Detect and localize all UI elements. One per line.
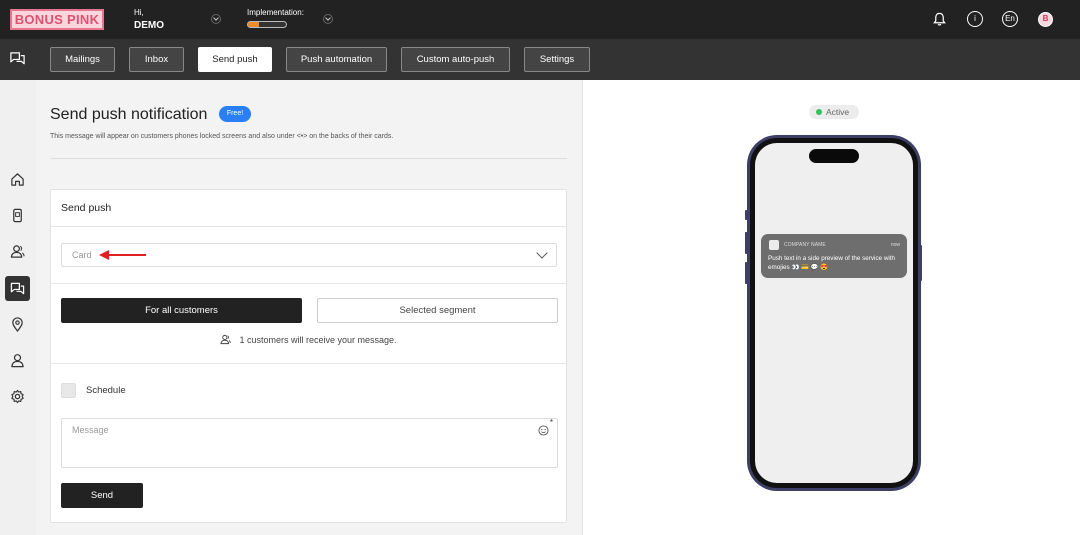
phone-mockup: COMPANY NAME now Push text in a side pre… <box>747 135 921 491</box>
location-icon <box>12 317 23 332</box>
status-badge: Active <box>809 105 859 119</box>
phone-bezel: COMPANY NAME now Push text in a side pre… <box>750 138 918 488</box>
card-title: Send push <box>61 202 112 214</box>
brand-logo[interactable]: BONUS PINK <box>10 9 104 30</box>
message-textarea[interactable]: Message * <box>61 418 558 468</box>
divider <box>51 283 566 284</box>
user-menu-chevron-icon[interactable] <box>211 14 221 24</box>
divider <box>51 226 566 227</box>
tab-mailings[interactable]: Mailings <box>50 47 115 72</box>
divider <box>51 363 566 364</box>
implementation-progress-fill <box>248 22 259 27</box>
emoji-icon[interactable] <box>538 425 549 436</box>
chat-icon <box>10 282 25 295</box>
selected-segment-button[interactable]: Selected segment <box>317 298 558 323</box>
customers-icon <box>10 245 25 258</box>
recipients-info: 1 customers will receive your message. <box>51 334 566 345</box>
dynamic-island <box>809 149 859 163</box>
tab-push-automation[interactable]: Push automation <box>286 47 387 72</box>
info-icon[interactable]: i <box>967 11 983 27</box>
phone-screen: COMPANY NAME now Push text in a side pre… <box>755 143 913 483</box>
message-placeholder: Message <box>72 425 109 435</box>
page-subtitle: This message will appear on customers ph… <box>50 133 394 140</box>
avatar[interactable]: B <box>1038 12 1053 27</box>
top-bar: BONUS PINK Hi, DEMO Implementation: i En… <box>0 0 1080 39</box>
sidebar-item-settings[interactable] <box>5 384 30 409</box>
implementation-chevron-icon[interactable] <box>323 14 333 24</box>
preview-panel: Active COMPANY NAME now Push text in a s… <box>582 80 1080 535</box>
sidebar-item-messages[interactable] <box>5 276 30 301</box>
user-icon <box>11 354 24 368</box>
implementation-progress-bar <box>247 21 287 28</box>
notification-time: now <box>890 242 900 248</box>
status-text: Active <box>826 107 850 117</box>
sidebar-item-users[interactable] <box>5 348 30 373</box>
main-panel: Send push notification Free! This messag… <box>36 80 582 535</box>
recipients-text: 1 customers will receive your message. <box>239 335 397 345</box>
sidebar-item-home[interactable] <box>5 167 30 192</box>
schedule-label[interactable]: Schedule <box>86 385 126 396</box>
annotation-arrow-icon <box>99 250 146 260</box>
tab-inbox[interactable]: Inbox <box>129 47 184 72</box>
free-badge: Free! <box>219 106 251 122</box>
card-select-placeholder: Card <box>72 250 92 260</box>
implementation-label: Implementation: <box>247 8 304 17</box>
bell-icon[interactable] <box>932 12 947 27</box>
sidebar-item-device[interactable] <box>5 203 30 228</box>
divider <box>50 158 567 159</box>
sidebar <box>0 80 36 535</box>
required-mark: * <box>549 418 553 427</box>
customers-icon <box>220 334 232 345</box>
page-title: Send push notification <box>50 106 208 123</box>
sidebar-item-locations[interactable] <box>5 312 30 337</box>
app-icon <box>769 240 779 250</box>
settings-icon <box>11 389 24 404</box>
language-button[interactable]: En <box>1002 11 1018 27</box>
push-notification-preview: COMPANY NAME now Push text in a side pre… <box>761 234 907 278</box>
device-icon <box>13 208 22 223</box>
for-all-customers-button[interactable]: For all customers <box>61 298 302 323</box>
chevron-down-icon <box>536 247 548 259</box>
messages-section-icon <box>10 52 25 65</box>
tab-custom-auto-push[interactable]: Custom auto-push <box>401 47 510 72</box>
notification-app-name: COMPANY NAME <box>784 242 826 248</box>
user-name: DEMO <box>134 20 164 31</box>
tab-bar: Mailings Inbox Send push Push automation… <box>0 39 1080 80</box>
home-icon <box>11 173 24 186</box>
tab-settings[interactable]: Settings <box>524 47 590 72</box>
schedule-checkbox[interactable] <box>61 383 76 398</box>
notification-body: Push text in a side preview of the servi… <box>768 255 896 271</box>
tab-send-push[interactable]: Send push <box>198 47 272 72</box>
greeting: Hi, <box>134 8 144 17</box>
send-button[interactable]: Send <box>61 483 143 508</box>
send-push-card: Send push Card For all customers Selecte… <box>50 189 567 523</box>
sidebar-item-customers[interactable] <box>5 239 30 264</box>
status-dot-icon <box>816 109 822 115</box>
